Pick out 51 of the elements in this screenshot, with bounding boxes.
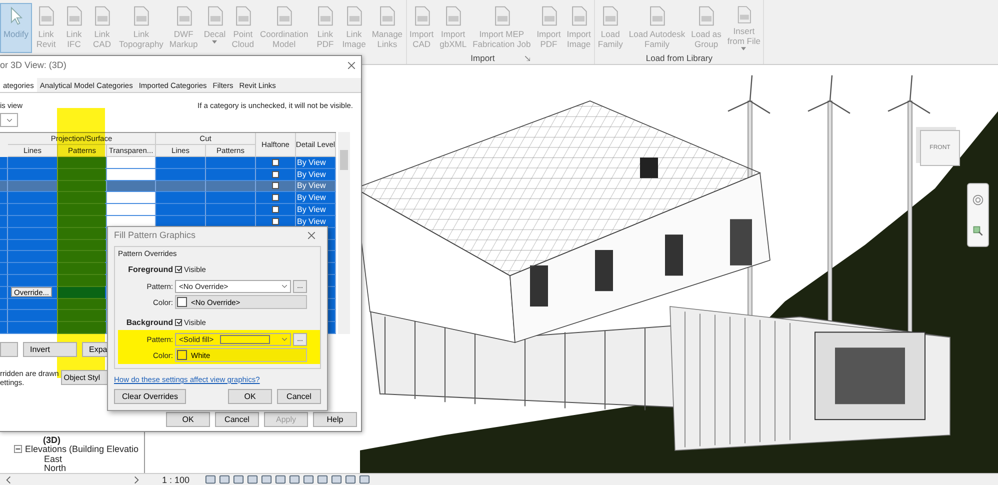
view-control-icon[interactable] (274, 474, 286, 485)
dialog-button[interactable]: Invert (23, 342, 77, 357)
view-control-icon[interactable] (358, 474, 370, 485)
browser-item[interactable]: (3D) (43, 434, 60, 445)
browser-item[interactable]: East (44, 454, 62, 464)
view-control-icon[interactable] (260, 474, 272, 485)
section-heading: Background (125, 318, 173, 326)
view-control-icon[interactable] (204, 474, 216, 485)
halftone-checkbox[interactable] (272, 218, 279, 225)
view-control-icon[interactable] (316, 474, 328, 485)
view-control-icon[interactable] (232, 474, 244, 485)
scroll-left-icon[interactable] (6, 476, 11, 484)
caret-icon (282, 338, 287, 340)
close-icon[interactable] (348, 62, 355, 68)
collapse-icon[interactable] (14, 445, 22, 454)
scrollbar[interactable] (338, 132, 350, 334)
halftone-checkbox[interactable] (272, 170, 279, 178)
clear-overrides-button[interactable]: Clear Overrides (114, 389, 186, 404)
pattern-preview (220, 334, 270, 344)
visible-checkbox[interactable] (175, 266, 182, 272)
halftone-checkbox[interactable] (272, 158, 279, 166)
view-control-icon[interactable] (330, 474, 342, 485)
dialog-button[interactable]: OK (166, 412, 210, 427)
view-control-icon[interactable] (246, 474, 258, 485)
halftone-checkbox[interactable] (272, 194, 279, 202)
zoom-icon[interactable] (972, 224, 984, 236)
cancel-button[interactable]: Cancel (277, 389, 321, 404)
halftone-checkbox[interactable] (272, 182, 279, 190)
scroll-right-icon[interactable] (134, 476, 139, 484)
view-control-icon[interactable] (218, 474, 230, 485)
visible-checkbox[interactable] (175, 318, 182, 326)
ribbon-group-label: Import (470, 53, 495, 63)
browser-item[interactable]: North (44, 463, 66, 473)
view-control-icon[interactable] (302, 474, 314, 485)
close-icon[interactable] (308, 232, 315, 238)
dialog-button[interactable]: Help (313, 412, 357, 427)
section-heading: Foreground (127, 264, 173, 274)
view-control-icon[interactable] (344, 474, 356, 485)
ok-button[interactable]: OK (228, 389, 272, 404)
halftone-checkbox[interactable] (272, 206, 279, 214)
dialog-title: or 3D View: (3D) (0, 60, 66, 70)
browser-item[interactable]: Elevations (Building Elevatio (25, 444, 139, 454)
caret-icon (6, 118, 12, 122)
dialog-title: Fill Pattern Graphics (114, 230, 196, 240)
steering-wheel-icon[interactable] (972, 194, 984, 206)
dialog-button[interactable]: Cancel (215, 412, 259, 427)
dialog-launcher-icon[interactable] (524, 56, 530, 60)
scale-label[interactable]: 1 : 100 (162, 474, 190, 484)
view-control-icon[interactable] (288, 474, 300, 485)
ribbon-group-label: Load from Library (646, 53, 712, 63)
caret-icon (282, 284, 287, 288)
